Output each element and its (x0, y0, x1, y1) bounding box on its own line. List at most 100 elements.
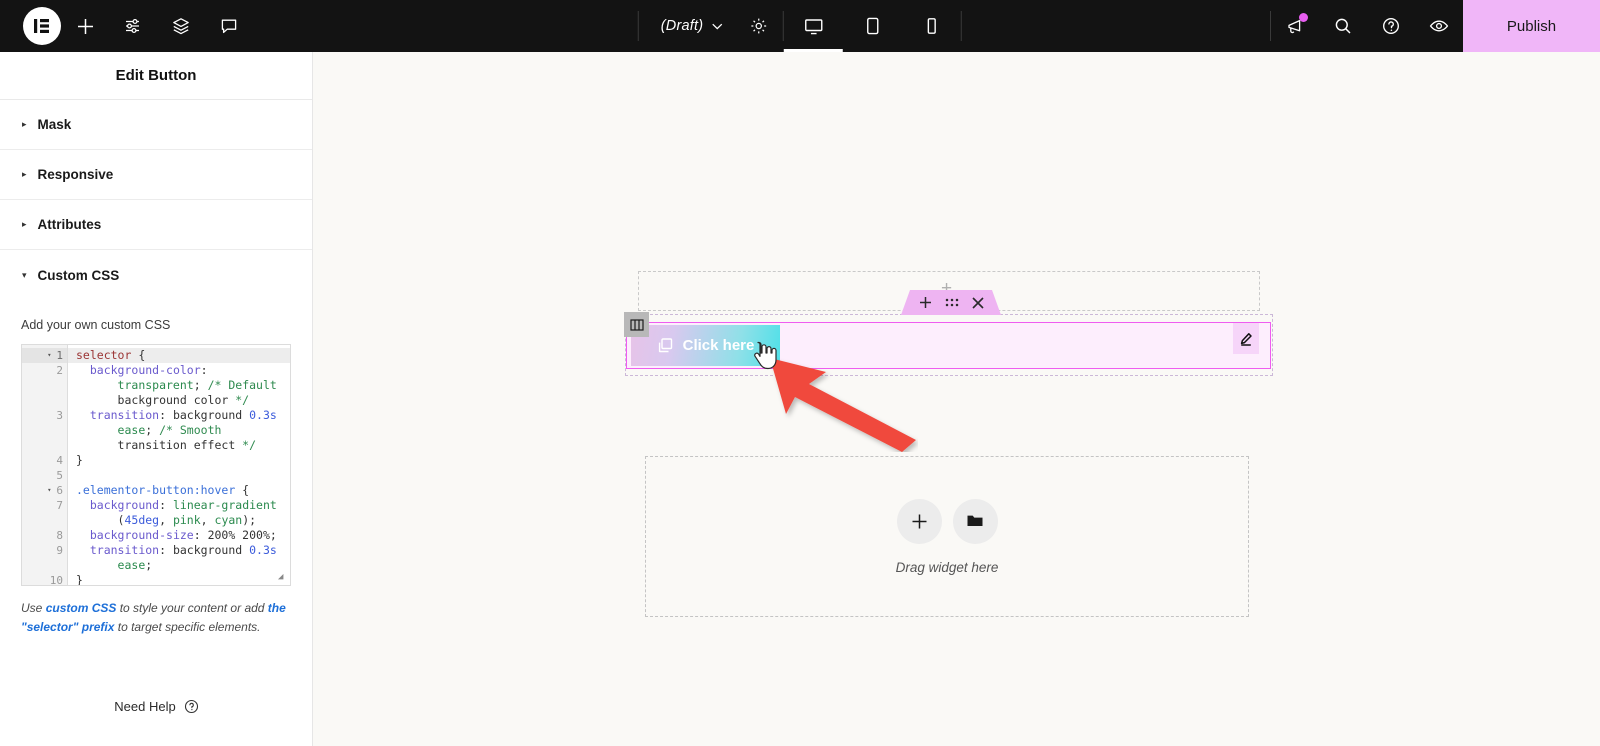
line-number: 7 (56, 499, 63, 512)
line-number: ▾ 6 (45, 483, 63, 498)
toolbar-right-group: Publish (1270, 0, 1600, 52)
editor-canvas: + Click here Drag widget here (313, 52, 1600, 746)
fold-arrow-icon[interactable]: ▾ (45, 483, 53, 498)
code-line: transparent; /* Default (117, 378, 277, 392)
line-number: ▾ 1 (22, 348, 67, 363)
chevron-down-icon (712, 23, 723, 30)
section-label: Custom CSS (37, 267, 120, 283)
section-custom-css[interactable]: ▾ Custom CSS (0, 250, 312, 300)
line-number (22, 423, 67, 438)
notification-badge (1299, 13, 1308, 22)
code-line: background-color: (89, 363, 208, 377)
section-label: Attributes (37, 217, 102, 232)
custom-css-help-text: Use custom CSS to style your content or … (0, 599, 312, 636)
whats-new-megaphone-icon[interactable] (1271, 0, 1319, 52)
open-template-library-button[interactable] (952, 498, 998, 544)
help-middle: to style your content or add (116, 601, 268, 615)
publish-button[interactable]: Publish (1463, 0, 1600, 52)
duplicate-icon (658, 338, 672, 353)
fold-arrow-icon[interactable]: ▾ (45, 348, 53, 363)
custom-css-description: Add your own custom CSS (21, 318, 171, 332)
panel-title: Edit Button (0, 52, 312, 100)
divider (961, 11, 963, 41)
help-suffix: to target specific elements. (114, 619, 261, 634)
line-number (22, 558, 67, 573)
editor-code-area[interactable]: selector { background-color: transparent… (68, 345, 290, 585)
section-label: Responsive (37, 167, 114, 182)
toolbar-center-group: (Draft) (637, 0, 963, 52)
section-attributes[interactable]: ▸ Attributes (0, 200, 312, 250)
delete-widget-icon[interactable] (971, 296, 984, 309)
code-line: background-size: 200% 200%; (89, 528, 277, 542)
code-line: } (76, 453, 83, 467)
line-number: 8 (56, 529, 63, 542)
editor-settings-panel: Edit Button ▸ Mask ▸ Responsive ▸ Attrib… (0, 52, 313, 746)
click-here-button[interactable]: Click here (631, 325, 780, 366)
layers-navigator-icon[interactable] (157, 0, 205, 52)
editor-line-gutter: ▾ 1 2 3 4 5 ▾ 6 7 8 9 10 (22, 345, 68, 585)
column-layout-icon[interactable] (624, 312, 649, 337)
code-line: transition: background 0.3s (89, 408, 277, 422)
line-number: 9 (56, 544, 63, 557)
plus-icon (912, 514, 926, 528)
add-widget-icon[interactable] (919, 296, 932, 309)
line-number: 4 (56, 454, 63, 467)
drag-handle-icon[interactable] (945, 297, 959, 308)
add-new-widget-button[interactable] (896, 498, 942, 544)
chevron-right-icon: ▸ (22, 119, 27, 129)
button-label: Click here (682, 337, 755, 354)
elementor-editor: (Draft) Publish Edit Button ▸ Mask ▸ Res… (0, 0, 1600, 746)
line-number: 3 (56, 409, 63, 422)
section-label: Mask (37, 117, 72, 132)
code-line: ease; (117, 558, 153, 572)
drag-widget-drop-zone[interactable]: Drag widget here (645, 456, 1249, 617)
device-preview-switcher (784, 0, 961, 52)
line-number (22, 378, 67, 393)
drop-zone-buttons (896, 498, 998, 544)
comments-icon[interactable] (205, 0, 253, 52)
toolbar-left-group (0, 0, 253, 52)
code-line: transition effect */ (76, 438, 257, 452)
add-element-icon[interactable] (61, 0, 109, 52)
device-desktop-button[interactable] (784, 0, 844, 52)
custom-css-link[interactable]: custom CSS (46, 601, 117, 615)
custom-css-code-editor[interactable]: ▾ 1 2 3 4 5 ▾ 6 7 8 9 10 selector {back… (21, 344, 291, 586)
section-mask[interactable]: ▸ Mask (0, 100, 312, 150)
editor-resize-grip[interactable]: ◢ (278, 573, 288, 583)
code-line: transition: background 0.3s (89, 543, 277, 557)
device-mobile-button[interactable] (902, 0, 961, 52)
need-help-button[interactable]: Need Help (0, 699, 312, 714)
search-icon[interactable] (1319, 0, 1367, 52)
code-line: background: linear-gradient (89, 498, 277, 512)
chevron-right-icon: ▸ (22, 169, 27, 179)
code-line: } (76, 573, 83, 586)
pencil-edit-icon (1240, 332, 1252, 346)
line-number: 5 (56, 469, 63, 482)
chevron-right-icon: ▸ (22, 219, 27, 229)
folder-icon (967, 515, 983, 526)
code-line: selector { (68, 348, 290, 363)
device-tablet-button[interactable] (843, 0, 902, 52)
drop-zone-label: Drag widget here (895, 559, 999, 575)
widget-toolbar (901, 290, 1001, 315)
help-prefix: Use (21, 601, 46, 615)
section-responsive[interactable]: ▸ Responsive (0, 150, 312, 200)
code-line: (45deg, pink, cyan); (76, 513, 257, 527)
document-status-dropdown[interactable]: (Draft) (639, 0, 745, 52)
code-line: ease; /* Smooth (117, 423, 222, 437)
document-status-label: (Draft) (660, 18, 704, 34)
edit-widget-pencil-button[interactable] (1233, 323, 1259, 354)
line-number: 2 (56, 364, 63, 377)
line-number (22, 393, 67, 408)
line-number: 10 (49, 574, 63, 586)
settings-sliders-icon[interactable] (109, 0, 157, 52)
elementor-logo-icon[interactable] (23, 7, 61, 45)
page-settings-gear-icon[interactable] (745, 0, 783, 52)
question-circle-icon (184, 699, 198, 714)
help-icon[interactable] (1367, 0, 1415, 52)
need-help-label: Need Help (114, 699, 176, 714)
line-number (22, 438, 67, 453)
preview-eye-icon[interactable] (1415, 0, 1463, 52)
chevron-down-icon: ▾ (22, 269, 27, 280)
